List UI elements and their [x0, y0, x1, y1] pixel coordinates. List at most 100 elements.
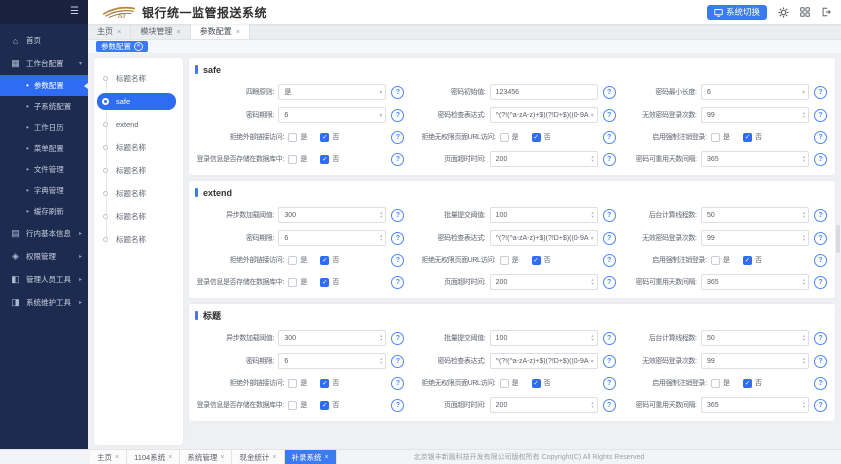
help-icon[interactable]: ?: [814, 276, 827, 289]
checkbox-unchecked[interactable]: 是: [500, 255, 519, 265]
stepper-arrows[interactable]: ▴▾: [591, 211, 593, 219]
stepper-down-icon[interactable]: ▾: [803, 361, 805, 365]
text-input[interactable]: 123456: [490, 84, 598, 100]
anchor-item[interactable]: 标题名称: [94, 139, 183, 155]
close-icon[interactable]: ×: [117, 28, 121, 36]
stepper-down-icon[interactable]: ▾: [380, 338, 382, 342]
help-icon[interactable]: ?: [603, 153, 616, 166]
bottom-tab[interactable]: 系统管理×: [180, 450, 232, 464]
stepper-arrows[interactable]: ▴▾: [803, 278, 805, 286]
number-input[interactable]: 99▴▾: [701, 107, 809, 123]
help-icon[interactable]: ?: [391, 332, 404, 345]
top-tab[interactable]: 模块管理×: [131, 24, 190, 39]
help-icon[interactable]: ?: [603, 232, 616, 245]
anchor-item[interactable]: 标题名称: [94, 185, 183, 201]
help-icon[interactable]: ?: [603, 209, 616, 222]
help-icon[interactable]: ?: [603, 377, 616, 390]
help-icon[interactable]: ?: [603, 131, 616, 144]
help-icon[interactable]: ?: [814, 131, 827, 144]
checkbox-unchecked[interactable]: 是: [288, 277, 307, 287]
number-input[interactable]: 200▴▾: [490, 397, 598, 413]
stepper-down-icon[interactable]: ▾: [380, 215, 382, 219]
stepper-down-icon[interactable]: ▾: [803, 338, 805, 342]
checkbox-unchecked[interactable]: 是: [288, 154, 307, 164]
checkbox-checked[interactable]: ✓否: [532, 255, 551, 265]
number-input[interactable]: 50▴▾: [701, 330, 809, 346]
checkbox-checked[interactable]: ✓否: [743, 132, 762, 142]
anchor-item[interactable]: 标题名称: [94, 208, 183, 224]
bottom-tab[interactable]: 1104系统×: [127, 450, 180, 464]
stepper-arrows[interactable]: ▴▾: [591, 278, 593, 286]
checkbox-unchecked[interactable]: 是: [711, 378, 730, 388]
close-icon[interactable]: ×: [236, 28, 240, 36]
select-input[interactable]: ^(?!(^a-zA-z)+$)(?!D+$)((0-9A-Z...▾: [490, 353, 598, 369]
stepper-arrows[interactable]: ▴▾: [591, 401, 593, 409]
stepper-arrows[interactable]: ▴▾: [803, 234, 805, 242]
scrollbar-thumb[interactable]: [836, 225, 840, 253]
stepper-down-icon[interactable]: ▾: [380, 238, 382, 242]
gear-icon[interactable]: [778, 7, 789, 18]
stepper-down-icon[interactable]: ▾: [803, 159, 805, 163]
stepper-arrows[interactable]: ▴▾: [591, 334, 593, 342]
help-icon[interactable]: ?: [603, 332, 616, 345]
help-icon[interactable]: ?: [603, 254, 616, 267]
sidebar-subitem[interactable]: •缓存刷新: [0, 201, 88, 222]
help-icon[interactable]: ?: [391, 276, 404, 289]
sidebar-subitem[interactable]: •菜单配置: [0, 138, 88, 159]
help-icon[interactable]: ?: [814, 355, 827, 368]
help-icon[interactable]: ?: [603, 276, 616, 289]
sidebar-subitem[interactable]: •文件管理: [0, 159, 88, 180]
help-icon[interactable]: ?: [391, 399, 404, 412]
help-icon[interactable]: ?: [814, 332, 827, 345]
sidebar-item[interactable]: ▤行内基本信息▸: [0, 222, 88, 245]
anchor-item[interactable]: extend: [94, 116, 183, 132]
select-input[interactable]: ^(?!(^a-zA-z)+$)(?!D+$)((0-9A-Z...▾: [490, 230, 598, 246]
number-input[interactable]: 100▴▾: [490, 207, 598, 223]
select-input[interactable]: ^(?!(^a-zA-z)+$)(?!D+$)((0-9A-Z...▾: [490, 107, 598, 123]
checkbox-unchecked[interactable]: 是: [500, 378, 519, 388]
checkbox-checked[interactable]: ✓否: [743, 378, 762, 388]
help-icon[interactable]: ?: [814, 377, 827, 390]
stepper-arrows[interactable]: ▴▾: [591, 155, 593, 163]
number-input[interactable]: 50▴▾: [701, 207, 809, 223]
bottom-tab[interactable]: 主页×: [90, 450, 127, 464]
close-icon[interactable]: ×: [168, 454, 172, 461]
help-icon[interactable]: ?: [603, 86, 616, 99]
help-icon[interactable]: ?: [391, 86, 404, 99]
stepper-down-icon[interactable]: ▾: [591, 159, 593, 163]
number-input[interactable]: 6▴▾: [278, 353, 386, 369]
anchor-item[interactable]: 标题名称: [94, 162, 183, 178]
stepper-down-icon[interactable]: ▾: [591, 338, 593, 342]
number-input[interactable]: 200▴▾: [490, 274, 598, 290]
stepper-down-icon[interactable]: ▾: [803, 405, 805, 409]
grid-apps-icon[interactable]: [800, 7, 810, 17]
help-icon[interactable]: ?: [814, 399, 827, 412]
number-input[interactable]: 365▴▾: [701, 151, 809, 167]
sidebar-item[interactable]: ◈权限管理▸: [0, 245, 88, 268]
help-icon[interactable]: ?: [814, 209, 827, 222]
select-input[interactable]: 6▾: [278, 107, 386, 123]
help-icon[interactable]: ?: [814, 153, 827, 166]
help-icon[interactable]: ?: [391, 131, 404, 144]
number-input[interactable]: 200▴▾: [490, 151, 598, 167]
close-icon[interactable]: ×: [115, 454, 119, 461]
checkbox-unchecked[interactable]: 是: [711, 132, 730, 142]
checkbox-unchecked[interactable]: 是: [288, 378, 307, 388]
checkbox-unchecked[interactable]: 是: [288, 132, 307, 142]
help-icon[interactable]: ?: [391, 377, 404, 390]
number-input[interactable]: 365▴▾: [701, 274, 809, 290]
help-icon[interactable]: ?: [603, 355, 616, 368]
bottom-tab[interactable]: 现金统计×: [232, 450, 284, 464]
stepper-arrows[interactable]: ▴▾: [803, 334, 805, 342]
sidebar-subitem[interactable]: •字典管理: [0, 180, 88, 201]
stepper-arrows[interactable]: ▴▾: [380, 357, 382, 365]
stepper-down-icon[interactable]: ▾: [803, 115, 805, 119]
stepper-down-icon[interactable]: ▾: [591, 215, 593, 219]
help-icon[interactable]: ?: [391, 254, 404, 267]
stepper-down-icon[interactable]: ▾: [803, 215, 805, 219]
help-icon[interactable]: ?: [391, 109, 404, 122]
stepper-arrows[interactable]: ▴▾: [380, 334, 382, 342]
sidebar-item[interactable]: ◧管理人员工具▸: [0, 268, 88, 291]
stepper-arrows[interactable]: ▴▾: [380, 211, 382, 219]
stepper-arrows[interactable]: ▴▾: [803, 357, 805, 365]
